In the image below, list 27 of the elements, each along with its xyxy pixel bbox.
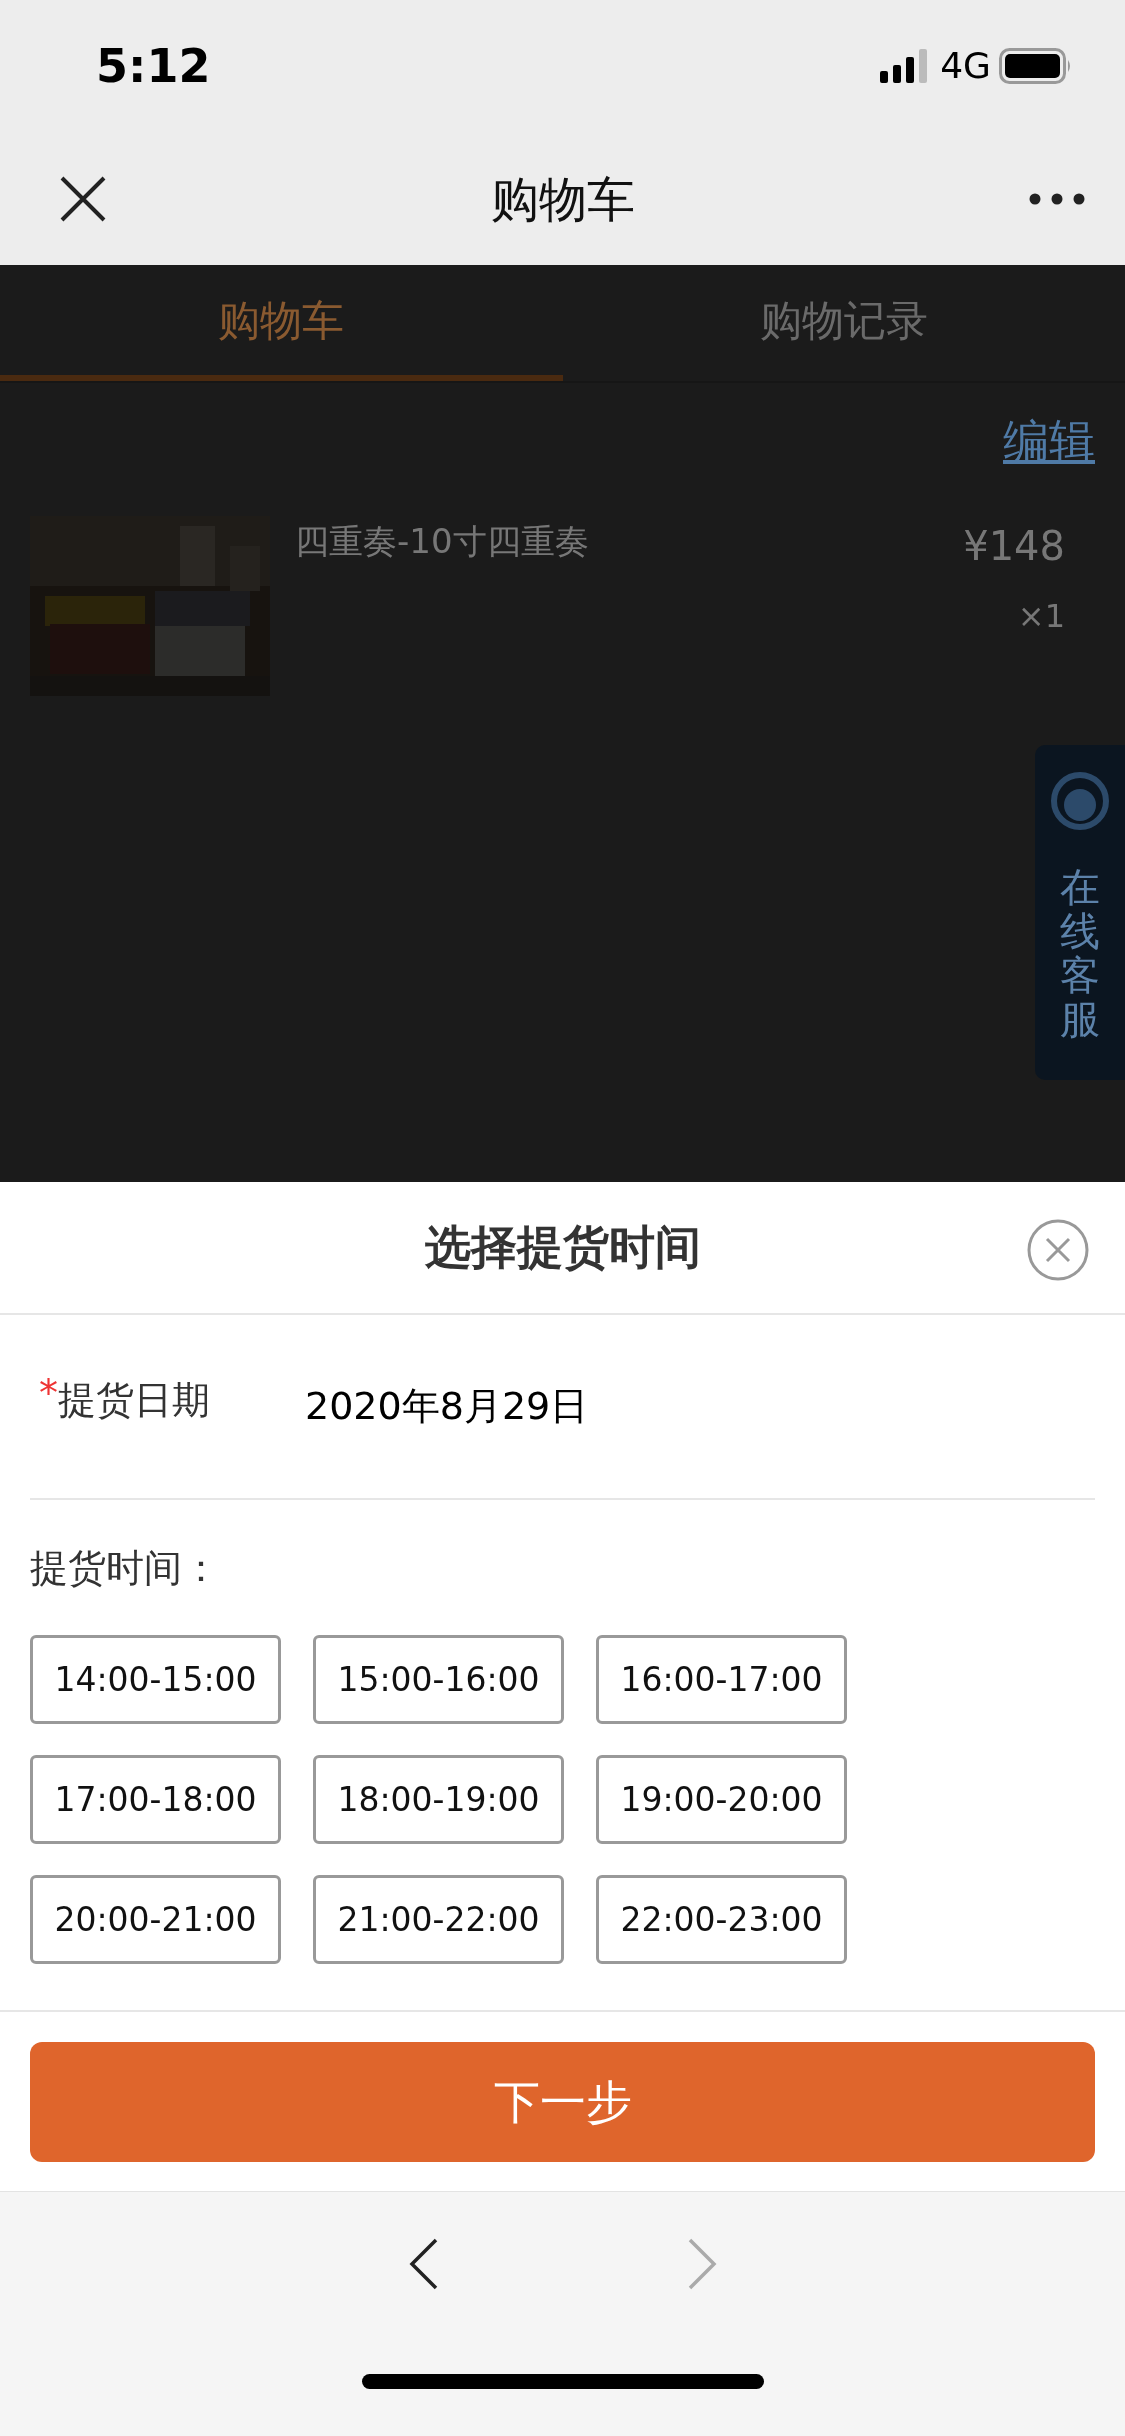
time-slot[interactable]: 17:00-18:00 [30,1755,281,1844]
status-time: 5:12 [96,37,211,95]
network-label: 4G [940,44,991,88]
product-name: 四重奏-10寸四重奏 [295,520,590,563]
service-tab[interactable]: 在线客服 [1035,745,1125,1080]
time-slot[interactable]: 15:00-16:00 [313,1635,564,1724]
edit-link[interactable]: 编辑 [1003,407,1095,476]
product-quantity: ×1 [1017,596,1065,637]
close-icon[interactable] [60,175,106,222]
signal-icon [880,49,929,83]
time-slot[interactable]: 21:00-22:00 [313,1875,564,1964]
dialog-title: 选择提货时间 [424,1219,701,1276]
time-slot[interactable]: 14:00-15:00 [30,1635,281,1724]
product-price: ¥148 [963,522,1065,571]
more-icon[interactable] [1029,192,1085,205]
time-slot[interactable]: 16:00-17:00 [596,1635,847,1724]
time-label: 提货时间： [30,1545,221,1592]
battery-icon [999,48,1073,84]
time-slot[interactable]: 20:00-21:00 [30,1875,281,1964]
time-slot[interactable]: 19:00-20:00 [596,1755,847,1844]
back-icon[interactable] [407,2238,438,2290]
date-value: 2020年8月29日 [305,1383,589,1430]
page-title: 购物车 [489,169,636,229]
time-slot[interactable]: 18:00-19:00 [313,1755,564,1844]
date-label: 提货日期 [58,1377,211,1424]
time-slot[interactable]: 22:00-23:00 [596,1875,847,1964]
required-mark: * [39,1370,58,1417]
